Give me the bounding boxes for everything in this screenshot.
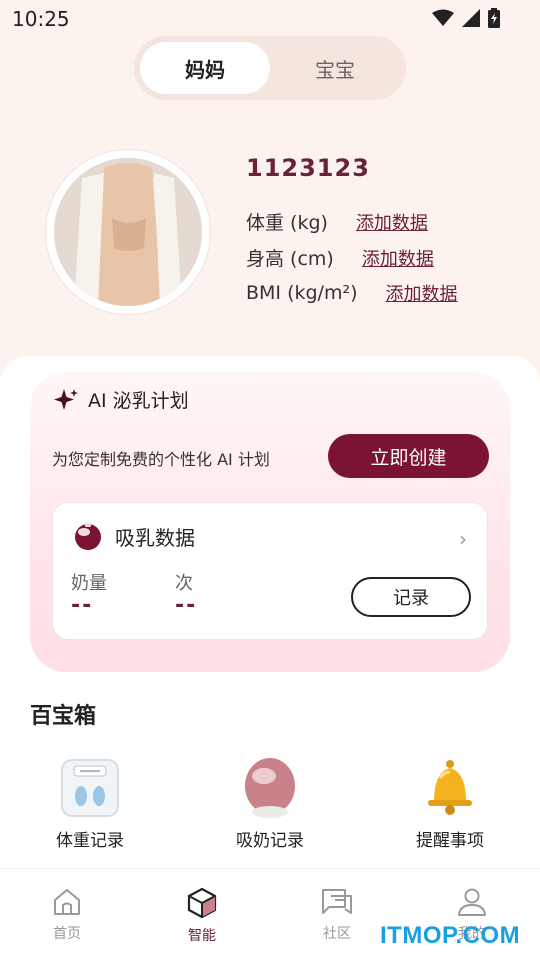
sparkle-icon — [54, 388, 78, 410]
tool-weight-label: 体重记录 — [56, 831, 124, 851]
user-icon — [458, 888, 486, 916]
segment-mom[interactable]: 妈妈 — [140, 42, 270, 94]
session-count-label: 次 — [175, 573, 193, 594]
pump-data-title: 吸乳数据 — [115, 525, 195, 550]
avatar-photo — [54, 158, 202, 306]
metric-height: 身高 (cm) 添加数据 — [246, 244, 434, 271]
status-time: 10:25 — [12, 7, 70, 31]
battery-icon — [488, 8, 500, 28]
ai-plan-card: AI 泌乳计划 为您定制免费的个性化 AI 计划 立即创建 吸乳数据 › 奶量 … — [30, 372, 510, 672]
ai-plan-title: AI 泌乳计划 — [88, 390, 189, 412]
status-bar: 10:25 — [0, 0, 540, 36]
breast-pump-icon — [238, 756, 302, 820]
wifi-icon — [432, 9, 454, 26]
metric-bmi-label: BMI (kg/m²) — [246, 282, 358, 304]
signal-icon — [462, 9, 480, 27]
segment-baby[interactable]: 宝宝 — [270, 42, 400, 94]
ai-plan-description: 为您定制免费的个性化 AI 计划 — [52, 450, 270, 469]
chat-icon — [322, 889, 352, 914]
metric-weight: 体重 (kg) 添加数据 — [246, 208, 428, 235]
status-icons — [432, 8, 500, 28]
bell-icon — [418, 756, 482, 820]
scale-icon — [58, 756, 122, 820]
pump-data-header: 吸乳数据 — [73, 521, 195, 551]
chevron-right-icon: › — [459, 527, 467, 551]
add-height-link[interactable]: 添加数据 — [362, 245, 434, 271]
tab-community-label: 社区 — [323, 926, 351, 942]
tab-home[interactable]: 首页 — [27, 887, 107, 943]
avatar[interactable] — [46, 150, 210, 314]
breast-pump-small-icon — [75, 523, 101, 550]
tab-smart[interactable]: 智能 — [162, 887, 242, 945]
record-button[interactable]: 记录 — [351, 577, 471, 617]
watermark: ITMOP.COM — [380, 922, 521, 949]
cube-icon — [187, 887, 217, 919]
tool-pump-label: 吸奶记录 — [236, 831, 304, 851]
profile-id: 1123123 — [246, 154, 370, 182]
metric-height-label: 身高 (cm) — [246, 248, 334, 270]
tool-reminder-label: 提醒事项 — [416, 831, 484, 851]
ai-plan-header: AI 泌乳计划 — [54, 386, 189, 413]
add-weight-link[interactable]: 添加数据 — [356, 209, 428, 235]
tool-weight-record[interactable]: 体重记录 — [25, 756, 155, 852]
tool-reminder[interactable]: 提醒事项 — [385, 756, 515, 852]
milk-volume-value: -- — [71, 593, 94, 618]
milk-volume-label: 奶量 — [71, 573, 107, 594]
role-segmented-control: 妈妈 宝宝 — [134, 36, 406, 100]
home-icon — [54, 889, 80, 915]
tab-home-label: 首页 — [53, 926, 81, 942]
tab-community[interactable]: 社区 — [297, 887, 377, 943]
create-plan-button[interactable]: 立即创建 — [328, 434, 489, 478]
toolbox-title: 百宝箱 — [30, 704, 97, 729]
session-count-value: -- — [175, 593, 198, 618]
pump-data-card[interactable]: 吸乳数据 › 奶量 -- 次 -- 记录 — [52, 502, 488, 640]
add-bmi-link[interactable]: 添加数据 — [386, 280, 458, 306]
metric-weight-label: 体重 (kg) — [246, 212, 328, 234]
tab-smart-label: 智能 — [188, 928, 216, 944]
metric-bmi: BMI (kg/m²) 添加数据 — [246, 280, 458, 306]
tool-pump-record[interactable]: 吸奶记录 — [205, 756, 335, 852]
